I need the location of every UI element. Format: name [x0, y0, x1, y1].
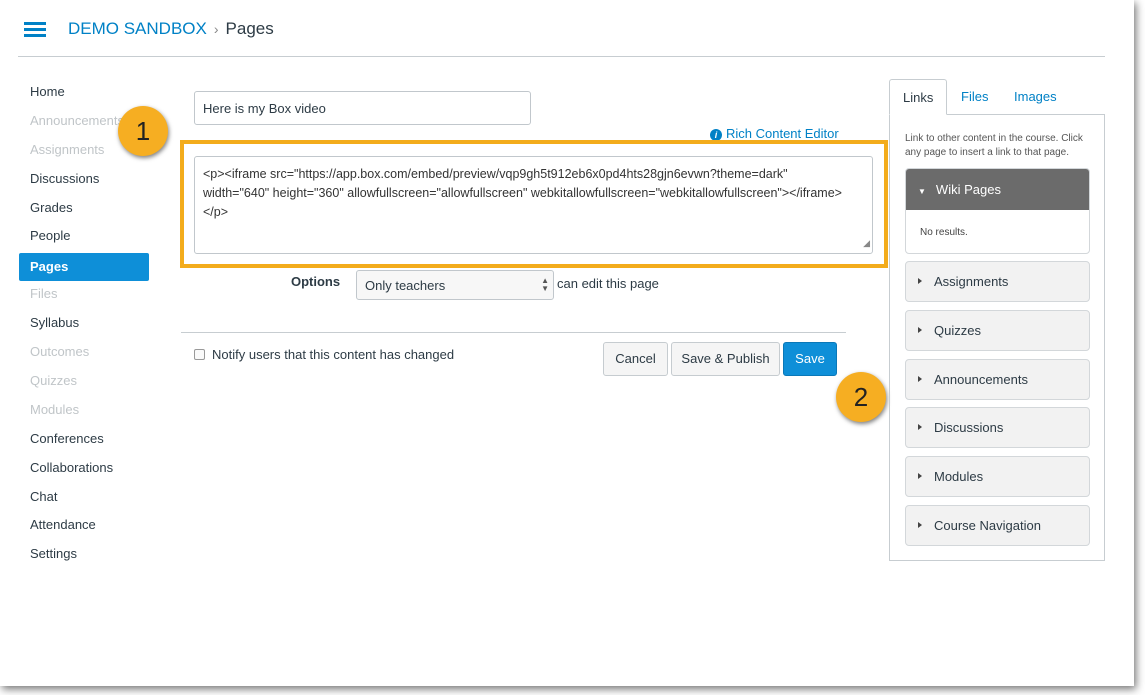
sidebar-item-people[interactable]: People	[19, 224, 149, 253]
section-discussions[interactable]: Discussions	[905, 407, 1090, 448]
sidebar-item-syllabus[interactable]: Syllabus	[19, 311, 149, 340]
breadcrumb: DEMO SANDBOX › Pages	[68, 19, 274, 39]
html-line: <p><iframe src="https://app.box.com/embe…	[203, 167, 788, 181]
notify-checkbox[interactable]	[194, 349, 205, 360]
panel-description: Link to other content in the course. Cli…	[905, 133, 1083, 158]
tab-images[interactable]: Images	[1001, 79, 1070, 115]
form-divider	[181, 332, 846, 333]
html-editor-textarea[interactable]: <p><iframe src="https://app.box.com/embe…	[194, 156, 873, 254]
options-suffix: can edit this page	[557, 276, 659, 291]
section-announcements[interactable]: Announcements	[905, 359, 1090, 400]
caret-down-icon: ▼	[918, 187, 926, 196]
select-arrows-icon: ▲ ▼	[541, 276, 549, 293]
section-course-navigation[interactable]: Course Navigation	[905, 505, 1090, 546]
wiki-pages-section: ▼ Wiki Pages No results.	[905, 168, 1090, 254]
callout-badge-1: 1	[118, 106, 168, 156]
options-label: Options	[291, 274, 341, 289]
save-publish-button[interactable]: Save & Publish	[671, 342, 780, 376]
html-line: width="640" height="360" allowfullscreen…	[203, 186, 842, 200]
callout-badge-2: 2	[836, 372, 886, 422]
breadcrumb-course[interactable]: DEMO SANDBOX	[68, 19, 207, 38]
select-value: Only teachers	[365, 278, 446, 293]
sidebar-item-home[interactable]: Home	[19, 80, 149, 109]
section-assignments[interactable]: Assignments	[905, 261, 1090, 302]
notify-label: Notify users that this content has chang…	[212, 347, 455, 362]
sidebar-item-settings[interactable]: Settings	[19, 542, 149, 571]
sidebar-item-modules: Modules	[30, 401, 80, 417]
sidebar-item-grades[interactable]: Grades	[19, 196, 149, 225]
hamburger-menu-icon[interactable]	[24, 22, 46, 37]
resize-handle-icon[interactable]: ◢	[863, 234, 870, 253]
wiki-pages-header[interactable]: ▼ Wiki Pages	[906, 169, 1089, 210]
breadcrumb-current: Pages	[225, 19, 274, 38]
tab-files[interactable]: Files	[948, 79, 1001, 115]
save-button[interactable]: Save	[783, 342, 837, 376]
sidebar-item-pages[interactable]: Pages	[19, 253, 149, 282]
sidebar-item-chat[interactable]: Chat	[19, 485, 149, 514]
html-line: </p>	[203, 205, 229, 219]
wiki-pages-label: Wiki Pages	[935, 182, 1001, 197]
sidebar-item-outcomes: Outcomes	[30, 344, 90, 360]
breadcrumb-separator: ›	[213, 21, 219, 37]
rce-link-label: Rich Content Editor	[726, 126, 839, 141]
sidebar-item-files: Files	[30, 286, 58, 302]
app-window: DEMO SANDBOX › Pages Home Announcements Assi…	[0, 0, 1134, 686]
no-results-text: No results.	[920, 227, 968, 238]
section-modules[interactable]: Modules	[905, 456, 1090, 497]
page-title-input[interactable]: Here is my Box video	[194, 91, 531, 125]
sidebar-item-attendance[interactable]: Attendance	[19, 513, 149, 542]
cancel-button[interactable]: Cancel	[603, 342, 668, 376]
editing-roles-select[interactable]: Only teachers ▲ ▼	[356, 270, 554, 300]
sidebar-item-discussions[interactable]: Discussions	[19, 167, 149, 196]
header-divider	[18, 56, 1105, 57]
sidebar-item-conferences[interactable]: Conferences	[19, 427, 149, 456]
course-nav: Home Announcements Assignments Discussions G…	[19, 80, 149, 571]
sidebar-item-quizzes: Quizzes	[30, 373, 77, 389]
rich-content-editor-link[interactable]: i Rich Content Editor	[710, 126, 839, 141]
tab-links[interactable]: Links	[889, 79, 948, 115]
sidebar-item-collaborations[interactable]: Collaborations	[19, 456, 149, 485]
section-quizzes[interactable]: Quizzes	[905, 310, 1090, 351]
